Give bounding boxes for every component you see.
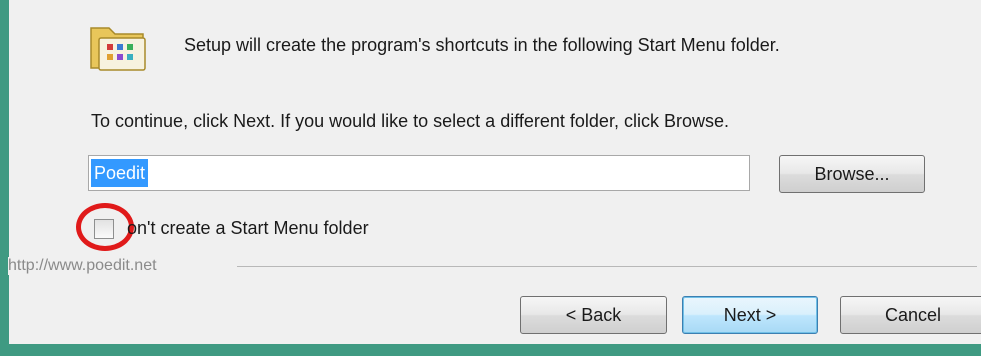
- checkbox-label: on't create a Start Menu folder: [127, 218, 369, 238]
- setup-dialog: Setup will create the program's shortcut…: [9, 0, 981, 344]
- start-menu-folder-input[interactable]: [88, 155, 750, 191]
- folder-input-selection: Poedit: [91, 159, 149, 187]
- intro-text: Setup will create the program's shortcut…: [184, 35, 780, 55]
- website-link[interactable]: http://www.poedit.net: [8, 257, 161, 275]
- start-menu-folder-icon: [90, 27, 146, 71]
- cancel-button[interactable]: Cancel: [840, 296, 981, 334]
- next-button[interactable]: Next >: [682, 296, 818, 334]
- instructions-text: To continue, click Next. If you would li…: [91, 111, 729, 131]
- footer-divider: [237, 266, 977, 267]
- browse-button[interactable]: Browse...: [779, 155, 925, 193]
- back-button[interactable]: < Back: [520, 296, 667, 334]
- no-start-menu-folder-checkbox[interactable]: [94, 219, 114, 239]
